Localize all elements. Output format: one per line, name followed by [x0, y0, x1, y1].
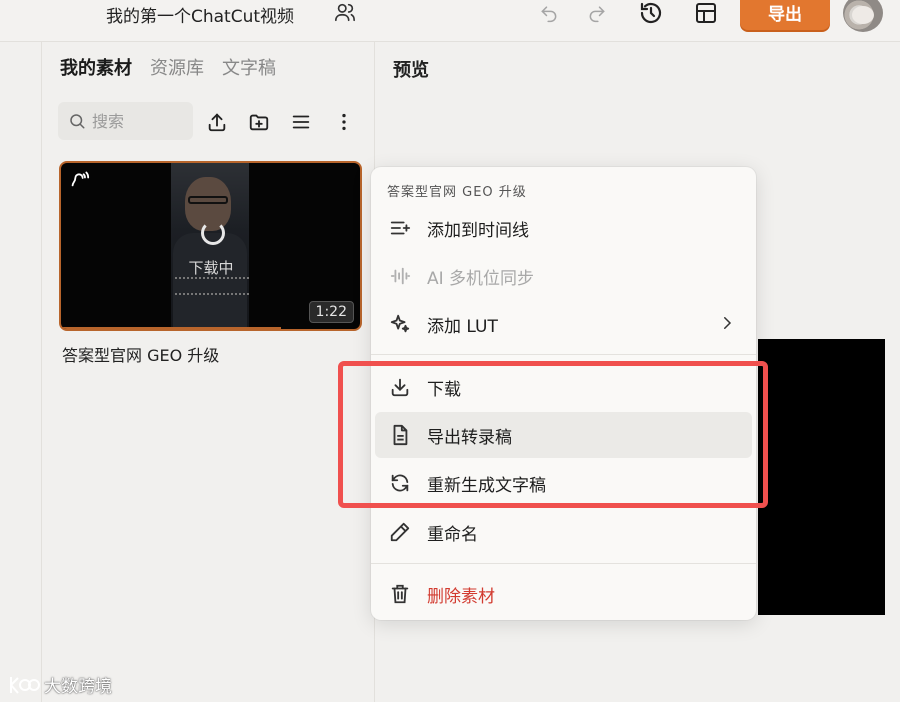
top-bar: 我的第一个ChatCut视频 导出 — [0, 0, 900, 42]
trash-icon — [389, 583, 411, 605]
refresh-icon — [389, 472, 411, 494]
export-button[interactable]: 导出 — [740, 0, 830, 30]
collaborators-icon[interactable] — [333, 0, 357, 24]
history-icon[interactable] — [638, 0, 664, 26]
context-menu-header: 答案型官网 GEO 升级 — [387, 185, 527, 200]
add-to-timeline-icon — [389, 217, 411, 239]
download-progress-bar — [61, 327, 281, 329]
preview-canvas[interactable] — [758, 339, 885, 615]
duration-badge: 1:22 — [308, 301, 354, 323]
menu-divider — [371, 563, 756, 564]
subtitle-lines — [175, 277, 249, 295]
upload-icon[interactable] — [204, 109, 230, 135]
left-rail — [0, 42, 42, 702]
video-thumbnail — [171, 163, 249, 329]
search-box[interactable] — [58, 102, 193, 140]
tab-my-assets[interactable]: 我的素材 — [60, 54, 132, 80]
project-title[interactable]: 我的第一个ChatCut视频 — [106, 2, 294, 27]
document-icon — [389, 424, 411, 446]
more-options-icon[interactable] — [331, 109, 357, 135]
layout-icon[interactable] — [693, 0, 719, 26]
assets-panel: 我的素材 资源库 文字稿 搜索 下载中 1:22 答案型官网 GEO 升级 — [42, 42, 375, 702]
asset-title[interactable]: 答案型官网 GEO 升级 — [62, 342, 219, 366]
waveform-icon — [389, 265, 411, 287]
list-view-icon[interactable] — [288, 109, 314, 135]
pencil-icon — [389, 521, 411, 543]
preview-title: 预览 — [393, 60, 429, 81]
assets-tabs: 我的素材 资源库 文字稿 — [60, 54, 276, 80]
asset-card[interactable]: 下载中 1:22 — [59, 161, 362, 331]
download-icon — [389, 376, 411, 398]
menu-item-add-to-timeline[interactable]: 添加到时间线 — [375, 205, 752, 251]
tab-library[interactable]: 资源库 — [150, 54, 204, 80]
audio-icon — [67, 167, 91, 189]
menu-item-delete-asset[interactable]: 删除素材 — [375, 571, 752, 617]
new-folder-icon[interactable] — [246, 109, 272, 135]
watermark: 大数跨境 — [8, 672, 112, 697]
menu-item-download[interactable]: 下载 — [375, 364, 752, 410]
menu-divider — [371, 354, 756, 355]
download-status: 下载中 — [188, 259, 234, 277]
menu-item-ai-multicam-sync: AI 多机位同步 — [375, 253, 752, 299]
sparkle-icon — [389, 313, 411, 335]
avatar[interactable] — [843, 0, 883, 32]
chevron-right-icon — [718, 314, 736, 332]
search-icon — [68, 112, 86, 130]
watermark-logo-icon — [8, 674, 40, 696]
redo-icon[interactable] — [586, 2, 608, 24]
loading-spinner — [201, 221, 225, 245]
menu-item-export-transcript[interactable]: 导出转录稿 — [375, 412, 752, 458]
context-menu: 答案型官网 GEO 升级 添加到时间线 AI 多机位同步 添加 LUT 下载 导… — [371, 167, 756, 620]
menu-item-regenerate-transcript[interactable]: 重新生成文字稿 — [375, 460, 752, 506]
menu-item-add-lut[interactable]: 添加 LUT — [375, 301, 752, 347]
undo-icon[interactable] — [538, 2, 560, 24]
menu-item-rename[interactable]: 重命名 — [375, 509, 752, 555]
tab-transcripts[interactable]: 文字稿 — [222, 54, 276, 80]
watermark-text: 大数跨境 — [44, 677, 112, 697]
search-input[interactable] — [92, 111, 182, 131]
